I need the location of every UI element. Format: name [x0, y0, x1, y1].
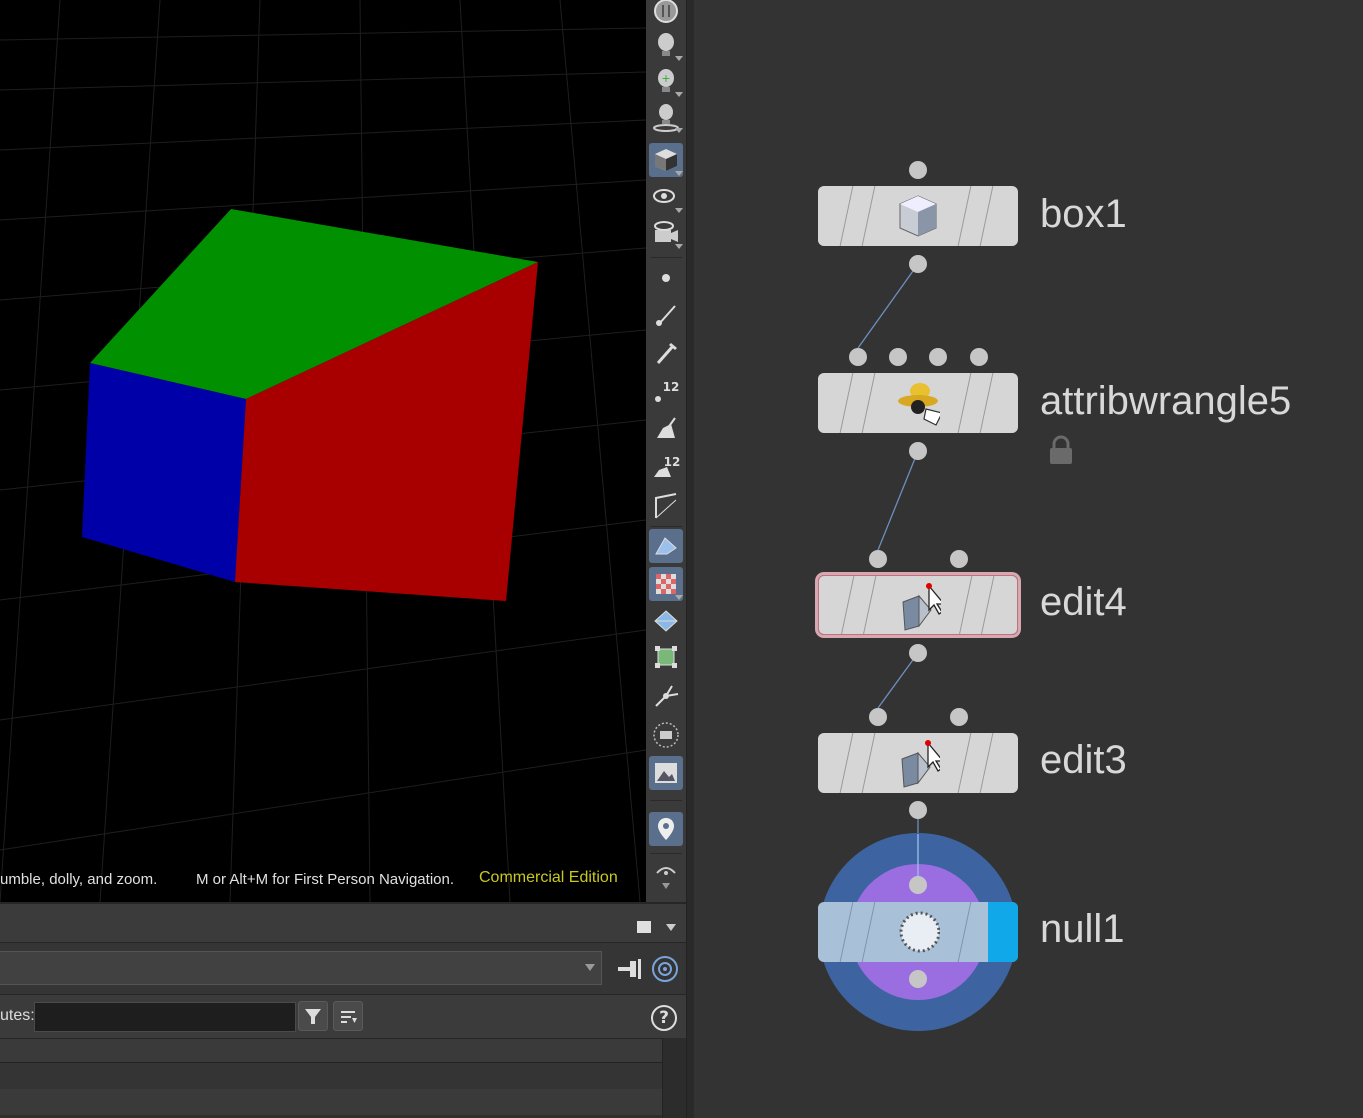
input-port[interactable]	[909, 876, 927, 894]
path-dropdown[interactable]	[0, 951, 602, 985]
lock-icon[interactable]	[1046, 434, 1076, 470]
path-row	[0, 942, 686, 994]
input-port[interactable]	[909, 161, 927, 179]
sphere-ghost-icon[interactable]	[649, 718, 683, 752]
attributes-filter-input[interactable]	[34, 1002, 296, 1032]
input-port[interactable]	[929, 348, 947, 366]
node-label-edit4: edit4	[1040, 580, 1127, 624]
output-port[interactable]	[909, 442, 927, 460]
node-box1[interactable]	[818, 186, 1018, 246]
pin-map-icon[interactable]	[649, 812, 683, 846]
input-port[interactable]	[950, 550, 968, 568]
node-edit3[interactable]	[818, 733, 1018, 793]
input-port[interactable]	[849, 348, 867, 366]
box-icon	[896, 190, 940, 242]
input-port[interactable]	[950, 708, 968, 726]
display-options-icon[interactable]	[649, 0, 683, 28]
light-icon[interactable]	[649, 28, 683, 62]
status-hint: umble, dolly, and zoom.	[0, 871, 158, 888]
node-label-edit3: edit3	[1040, 738, 1127, 782]
snap-grid-icon[interactable]	[649, 604, 683, 638]
edit-cursor-icon	[897, 580, 941, 632]
normals-icon[interactable]	[649, 489, 683, 523]
pane-menu-icon[interactable]	[666, 924, 676, 931]
input-port[interactable]	[889, 348, 907, 366]
null-icon	[896, 906, 940, 958]
attribute-table	[0, 1038, 662, 1118]
shaded-mode-icon[interactable]	[649, 143, 683, 177]
table-scrollbar[interactable]	[662, 1038, 686, 1118]
cube-left-face	[82, 363, 246, 582]
wireframe-icon[interactable]	[649, 529, 683, 563]
chevron-down-icon	[585, 964, 595, 971]
parameter-pane: utes: ?	[0, 902, 686, 1118]
svg-text:12: 12	[664, 455, 681, 469]
ghost-eye-icon[interactable]	[649, 180, 683, 214]
camera-light-icon[interactable]	[649, 100, 683, 134]
camera-orbit-icon[interactable]	[649, 859, 683, 893]
sort-menu-icon[interactable]	[333, 1001, 363, 1031]
output-port[interactable]	[909, 255, 927, 273]
viewport-canvas[interactable]	[0, 0, 646, 902]
output-port[interactable]	[909, 801, 927, 819]
point-icon[interactable]	[649, 261, 683, 295]
pivot-icon[interactable]	[649, 679, 683, 713]
uv-checker-icon[interactable]	[649, 567, 683, 601]
attributes-label: utes:	[0, 1007, 35, 1024]
prim-icon[interactable]	[649, 412, 683, 446]
network-editor[interactable]: box1 attribwrangle5 edit4 edit3 null1	[694, 0, 1363, 1118]
input-port[interactable]	[869, 550, 887, 568]
link-target-icon[interactable]	[651, 955, 679, 987]
table-row[interactable]	[0, 1063, 662, 1089]
svg-text:12: 12	[663, 380, 680, 394]
edition-label: Commercial Edition	[479, 869, 618, 886]
pane-splitter[interactable]	[686, 0, 694, 1118]
pen-icon[interactable]	[649, 336, 683, 370]
node-label-box1: box1	[1040, 192, 1127, 236]
node-wires	[819, 263, 1017, 1031]
node-edit4[interactable]	[815, 572, 1021, 638]
help-icon[interactable]: ?	[651, 1005, 677, 1031]
input-port[interactable]	[970, 348, 988, 366]
pin-icon[interactable]	[616, 957, 644, 985]
wrangle-cowboy-icon	[896, 377, 940, 429]
filter-icon[interactable]	[298, 1001, 328, 1031]
node-label-null1: null1	[1040, 907, 1125, 951]
edit-cursor-icon	[896, 737, 940, 789]
camera-eye-icon[interactable]	[649, 216, 683, 250]
scene-viewport[interactable]: umble, dolly, and zoom. M or Alt+M for F…	[0, 0, 646, 902]
attribute-filter-row: utes: ?	[0, 994, 686, 1038]
table-row[interactable]	[0, 1089, 662, 1115]
svg-text:+: +	[661, 72, 670, 85]
brush-icon[interactable]	[649, 298, 683, 332]
node-attribwrangle5[interactable]	[818, 373, 1018, 433]
transform-handle-icon[interactable]	[649, 640, 683, 674]
output-port[interactable]	[909, 970, 927, 988]
table-header	[0, 1039, 662, 1063]
display-flag[interactable]	[988, 902, 1018, 962]
status-hint-navigation: M or Alt+M for First Person Navigation.	[196, 871, 455, 888]
viewport-display-toolbar: + 12 12	[646, 0, 686, 902]
node-null1[interactable]	[818, 902, 1018, 962]
prim-numbers-icon[interactable]: 12	[649, 450, 683, 484]
light-add-icon[interactable]: +	[649, 64, 683, 98]
node-label-attribwrangle5: attribwrangle5	[1040, 379, 1292, 423]
pane-maximize-icon[interactable]	[637, 921, 651, 933]
point-numbers-icon[interactable]: 12	[649, 374, 683, 408]
background-image-icon[interactable]	[649, 756, 683, 790]
input-port[interactable]	[869, 708, 887, 726]
output-port[interactable]	[909, 644, 927, 662]
pane-header	[0, 902, 686, 942]
